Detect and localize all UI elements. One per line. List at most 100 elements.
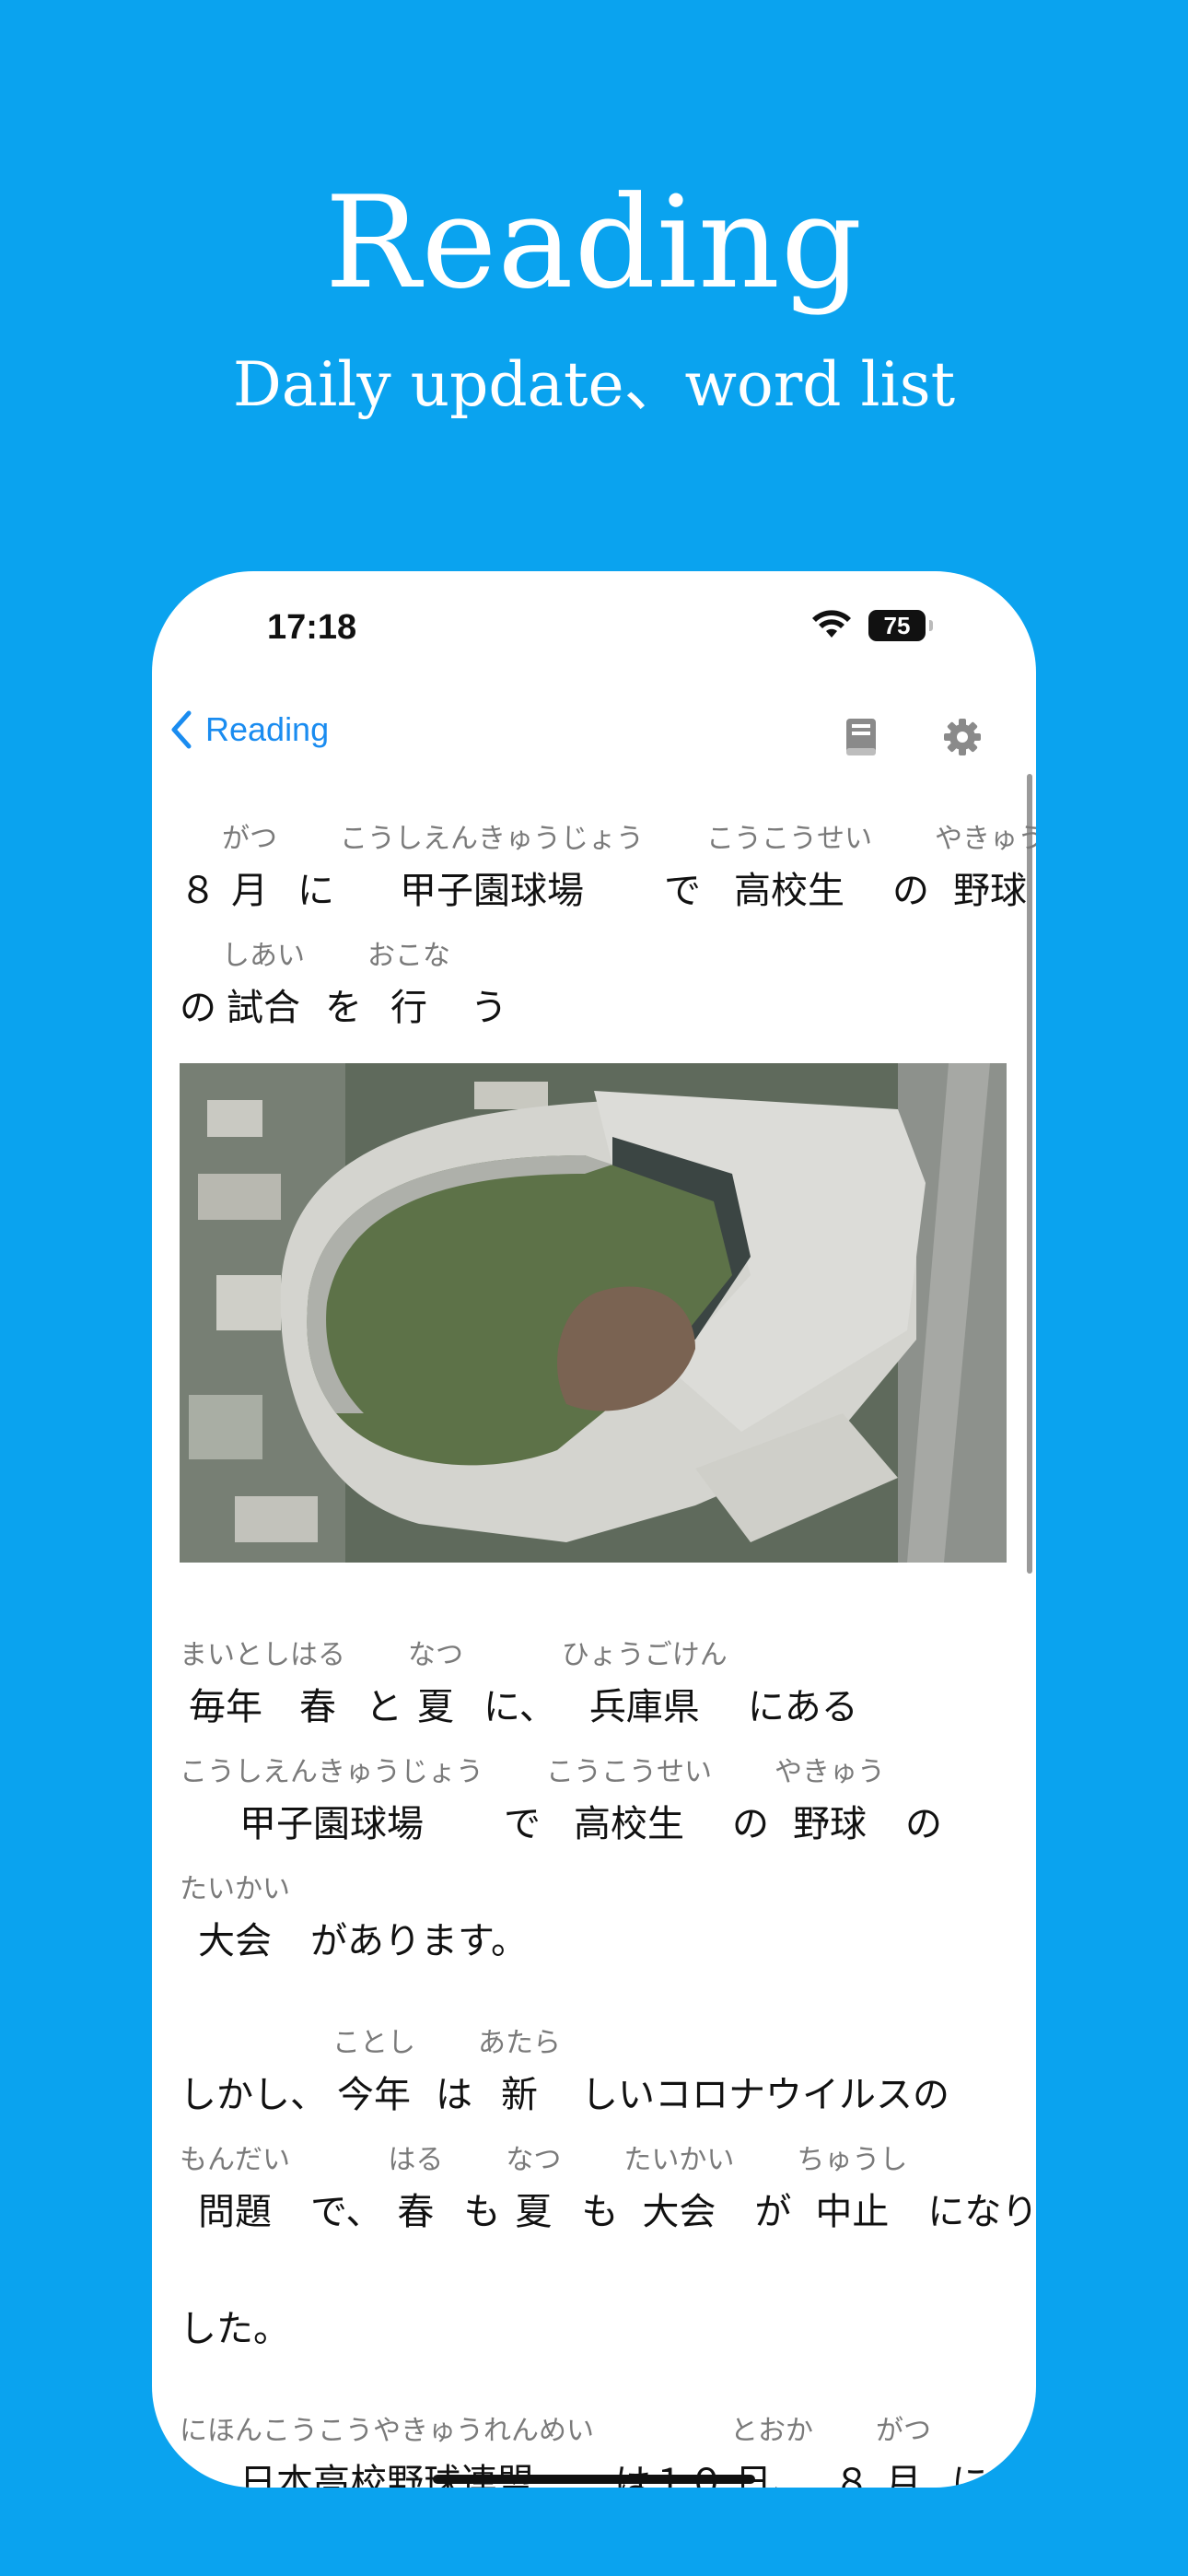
ruby-word[interactable]: やきゅう 野球 (935, 823, 1036, 919)
text-line: にほんこうこうやきゅうれんめい日本高校野球連盟は１０とおか日、８がつ月に (180, 2394, 1008, 2488)
ruby-word[interactable]: しあい 試合 (222, 940, 305, 1036)
text-segment: で (664, 823, 701, 919)
paragraph: にほんこうこうやきゅうれんめい日本高校野球連盟は１０とおか日、８がつ月に (180, 2394, 1008, 2488)
furigana: なつ (408, 1639, 463, 1671)
text-segment: の (732, 1756, 769, 1852)
kanji-text: 高校生 (574, 1803, 684, 1845)
kanji-text: 高校生 (734, 870, 844, 912)
kanji-text: に (297, 870, 334, 912)
ruby-word[interactable]: はる春 (388, 2144, 443, 2240)
article-content: ８ がつ月にこうしえんきゅうじょう 甲子園球場でこうこうせい 高校生のやきゅう 野球のし… (180, 802, 1036, 2488)
text-line: ８ がつ月にこうしえんきゅうじょう 甲子園球場でこうこうせい 高校生のやきゅう 野球 (180, 802, 1036, 919)
stadium-photo (180, 1063, 1007, 1563)
text-segment: にある (748, 1639, 858, 1735)
ruby-word[interactable]: まいとしはる 毎年 春 (180, 1639, 345, 1735)
kanji-text: 今年 (337, 2074, 411, 2116)
text-segment: があります。 (310, 1873, 528, 1969)
furigana: あたら (478, 2027, 561, 2059)
kanji-text: 毎年 春 (189, 1686, 336, 1728)
furigana: はる (388, 2144, 444, 2176)
text-line: しかし、 ことし 今年はあたら新しいコロナウイルスの (180, 2006, 1008, 2123)
home-indicator[interactable] (433, 2475, 755, 2484)
kanji-text: 中止 (815, 2191, 890, 2233)
back-button-label: Reading (205, 710, 330, 748)
text-line: まいとしはる 毎年 春となつ夏に、 ひょうごけん 兵庫県 にある (180, 1618, 1008, 1735)
text-segment: した。 (180, 2261, 290, 2357)
furigana: ひょうごけん (561, 1639, 728, 1671)
hero-subtitle: Daily update、word list (232, 349, 956, 420)
ruby-word[interactable]: こうこうせい 高校生 (706, 823, 872, 919)
book-icon[interactable] (844, 717, 878, 757)
furigana: こうこうせい (546, 1756, 712, 1788)
battery-icon: 75 (868, 610, 933, 641)
furigana: とおか (730, 2415, 813, 2447)
furigana: たいかい (623, 2144, 735, 2176)
text-line: もんだい問題で、はる春もなつ夏もたいかい大会がちゅうし中止になりま (180, 2123, 1036, 2240)
ruby-word[interactable]: おこな行 (367, 940, 450, 1036)
kanji-text: に (951, 2462, 988, 2488)
text-segment: ８ (833, 2415, 870, 2488)
text-segment: の (892, 823, 929, 919)
text-segment: も (463, 2144, 500, 2240)
furigana: もんだい (180, 2144, 290, 2176)
kanji-text: の (892, 870, 929, 912)
furigana: がつ (222, 823, 277, 855)
gear-icon[interactable] (942, 717, 983, 757)
kanji-text: は (436, 2074, 472, 2116)
kanji-text: と (366, 1686, 402, 1728)
ruby-word[interactable]: あたら新 (478, 2027, 561, 2123)
ruby-word[interactable]: やきゅう 野球 (775, 1756, 885, 1852)
wifi-icon (812, 610, 851, 638)
ruby-word[interactable]: たいかい 大会 (180, 1873, 290, 1969)
text-segment: と (366, 1639, 402, 1735)
furigana: がつ (876, 2415, 931, 2447)
text-segment: しいコロナウイルスの (581, 2027, 949, 2123)
ruby-word[interactable]: こうこうせい 高校生 (546, 1756, 712, 1852)
ruby-word[interactable]: もんだい 問題 (180, 2144, 290, 2240)
text-segment: になりま (927, 2144, 1036, 2240)
kanji-text: 春 (397, 2191, 435, 2233)
kanji-text: にある (747, 1686, 858, 1728)
text-segment: で (504, 1756, 541, 1852)
kanji-text: う (471, 987, 507, 1029)
text-line: した。 (180, 2240, 1008, 2357)
kanji-text: しいコロナウイルスの (581, 2074, 949, 2116)
text-segment: の (180, 940, 216, 1036)
ruby-word[interactable]: ちゅうし 中止 (797, 2144, 907, 2240)
kanji-text: に、 (483, 1686, 556, 1728)
furigana: やきゅう (775, 1756, 885, 1788)
text-segment: う (471, 940, 507, 1036)
furigana: ことし (332, 2027, 415, 2059)
furigana: こうこうせい (706, 823, 872, 855)
ruby-word[interactable]: がつ月 (222, 823, 277, 919)
furigana: にほんこうこうやきゅうれんめい (180, 2415, 594, 2447)
ruby-word[interactable]: こうしえんきゅうじょう 甲子園球場 (180, 1756, 483, 1852)
text-segment: に、 (483, 1639, 556, 1735)
text-segment: の (905, 1756, 942, 1852)
kanji-text: で (664, 870, 701, 912)
kanji-text: 甲子園球場 (239, 1803, 424, 1845)
text-segment: に (951, 2415, 988, 2488)
back-button[interactable]: Reading (169, 709, 329, 750)
ruby-word[interactable]: こうしえんきゅうじょう 甲子園球場 (340, 823, 644, 919)
kanji-text: 兵庫県 (588, 1686, 700, 1728)
furigana: おこな (367, 940, 450, 972)
furigana: ちゅうし (797, 2144, 908, 2176)
ruby-word[interactable]: なつ夏 (408, 1639, 463, 1735)
ruby-word[interactable]: たいかい 大会 (623, 2144, 734, 2240)
ruby-word[interactable]: ことし 今年 (332, 2027, 415, 2123)
text-line: こうしえんきゅうじょう 甲子園球場でこうこうせい 高校生のやきゅう 野球の (180, 1735, 1008, 1852)
hero-title: Reading (324, 169, 864, 317)
chevron-left-icon (171, 710, 192, 749)
text-segment: を (325, 940, 362, 1036)
kanji-text: になりま (927, 2191, 1036, 2233)
furigana: こうしえんきゅうじょう (340, 823, 644, 855)
kanji-text: 試合 (227, 987, 300, 1029)
text-segment: に (297, 823, 334, 919)
ruby-word[interactable]: なつ夏 (506, 2144, 561, 2240)
navigation-bar: Reading (152, 691, 1036, 783)
ruby-word[interactable]: がつ月 (876, 2415, 931, 2488)
kanji-text: ８ (833, 2462, 870, 2488)
furigana: なつ (506, 2144, 562, 2176)
ruby-word[interactable]: ひょうごけん 兵庫県 (562, 1639, 728, 1735)
